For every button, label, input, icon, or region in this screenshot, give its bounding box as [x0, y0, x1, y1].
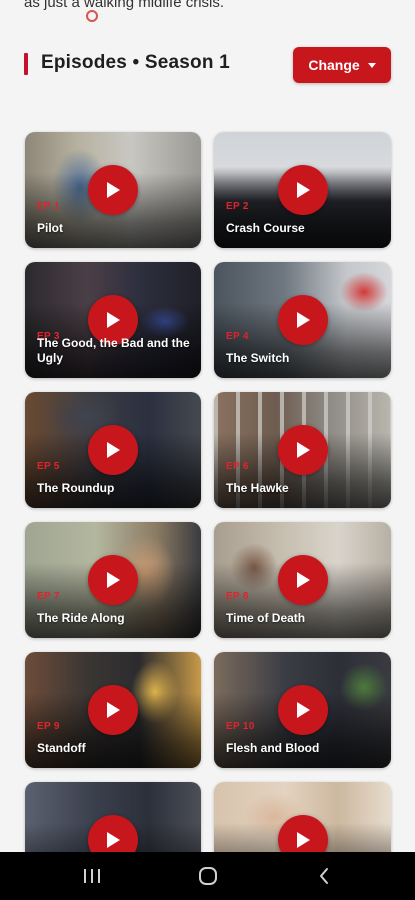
episode-card[interactable]: EP 6 The Hawke	[214, 392, 391, 508]
episode-card[interactable]: EP 7 The Ride Along	[25, 522, 201, 638]
episode-number: EP 10	[226, 721, 255, 732]
system-navigation-bar	[0, 852, 415, 900]
episode-title: Flesh and Blood	[226, 741, 320, 755]
episode-number: EP 8	[226, 591, 249, 602]
episode-number: EP 9	[37, 721, 60, 732]
episode-number: EP 5	[37, 461, 60, 472]
play-icon[interactable]	[88, 555, 138, 605]
episode-number: EP 2	[226, 201, 249, 212]
caret-down-icon	[367, 63, 376, 68]
description-snippet: as just a walking midlife crisis.	[24, 0, 225, 11]
episode-grid: EP 1 Pilot EP 2 Crash Course EP 3 The Go…	[25, 132, 391, 898]
episode-title: The Switch	[226, 351, 290, 365]
episode-card[interactable]: EP 4 The Switch	[214, 262, 391, 378]
episode-card[interactable]: EP 3 The Good, the Bad and the Ugly	[25, 262, 201, 378]
play-icon[interactable]	[277, 165, 328, 215]
play-icon[interactable]	[277, 555, 328, 605]
episode-card[interactable]: EP 9 Standoff	[25, 652, 201, 768]
section-title: Episodes • Season 1	[41, 52, 230, 73]
episode-title: The Good, the Bad and the Ugly	[37, 336, 190, 365]
episode-card[interactable]: EP 10 Flesh and Blood	[214, 652, 391, 768]
play-icon[interactable]	[88, 425, 138, 475]
episode-title: Pilot	[37, 221, 63, 235]
back-icon[interactable]	[310, 864, 338, 888]
loading-indicator-icon	[86, 10, 98, 22]
episode-card[interactable]: EP 2 Crash Course	[214, 132, 391, 248]
episode-title: The Roundup	[37, 481, 115, 495]
episode-number: EP 4	[226, 331, 249, 342]
episode-title: Crash Course	[226, 221, 305, 235]
play-icon[interactable]	[88, 685, 138, 735]
episodes-header: Episodes • Season 1 Change	[24, 47, 391, 83]
play-icon[interactable]	[277, 425, 328, 475]
episode-number: EP 7	[37, 591, 60, 602]
recent-apps-icon[interactable]	[78, 864, 106, 888]
episode-number: EP 6	[226, 461, 249, 472]
episode-title: Time of Death	[226, 611, 306, 625]
play-icon[interactable]	[277, 685, 328, 735]
episode-card[interactable]: EP 1 Pilot	[25, 132, 201, 248]
episode-title: The Hawke	[226, 481, 289, 495]
episode-title: Standoff	[37, 741, 86, 755]
episode-card[interactable]: EP 5 The Roundup	[25, 392, 201, 508]
play-icon[interactable]	[88, 165, 138, 215]
change-season-label: Change	[308, 57, 360, 73]
change-season-button[interactable]: Change	[293, 47, 391, 83]
play-icon[interactable]	[277, 295, 328, 345]
home-icon[interactable]	[194, 864, 222, 888]
episode-card[interactable]: EP 8 Time of Death	[214, 522, 391, 638]
episode-number: EP 1	[37, 201, 60, 212]
screen: as just a walking midlife crisis. Episod…	[0, 0, 415, 900]
accent-bar	[24, 53, 28, 75]
episode-title: The Ride Along	[37, 611, 125, 625]
